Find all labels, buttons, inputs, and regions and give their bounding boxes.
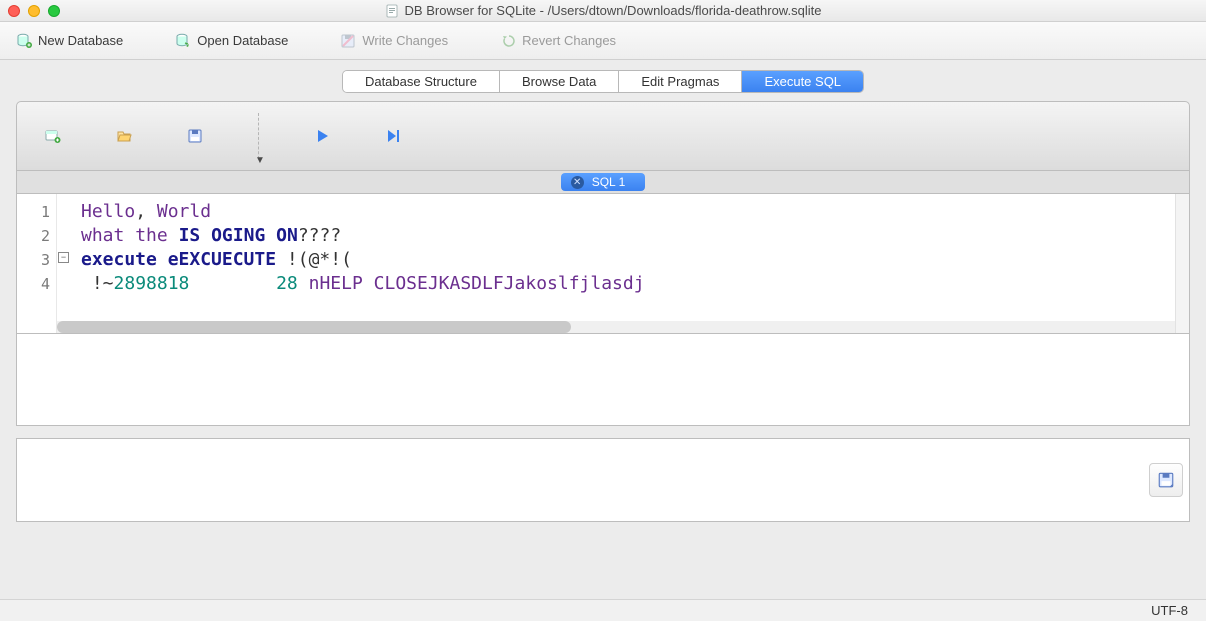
titlebar: DB Browser for SQLite - /Users/dtown/Dow…	[0, 0, 1206, 22]
code-token: ????	[298, 225, 341, 246]
code-token	[124, 225, 135, 246]
code-token: eEXCUECUTE	[168, 249, 276, 270]
code-line[interactable]: !~2898818 28 nHELP CLOSEJKASDLFJakoslfjl…	[81, 272, 1175, 296]
toolbar-separator	[258, 113, 259, 159]
run-sql-line-button[interactable]	[385, 128, 401, 144]
code-area[interactable]: Hello, Worldwhat the IS OGING ON????exec…	[75, 194, 1175, 333]
code-line[interactable]: what the IS OGING ON????	[81, 224, 1175, 248]
main-toolbar: New Database Open Database Write Changes…	[0, 22, 1206, 60]
revert-changes-icon	[500, 33, 516, 49]
line-number: 1	[17, 200, 50, 224]
code-token: nHELP	[309, 273, 363, 294]
sql-toolbar-dropdown-indicator[interactable]: ▼	[255, 155, 265, 166]
new-database-label: New Database	[38, 33, 123, 48]
tab-database-structure[interactable]: Database Structure	[343, 71, 500, 92]
code-token	[157, 249, 168, 270]
line-number: 4	[17, 272, 50, 296]
editor-horizontal-scrollbar[interactable]	[57, 321, 1175, 333]
code-token: what	[81, 225, 124, 246]
new-database-button[interactable]: New Database	[10, 29, 129, 53]
run-sql-button[interactable]	[314, 128, 330, 144]
save-results-button[interactable]	[1149, 463, 1183, 497]
workspace: ▼ ✕ SQL 1 1234 − Hello, Worldwhat the IS…	[16, 101, 1190, 591]
results-pane	[16, 334, 1190, 426]
sql-editor[interactable]: 1234 − Hello, Worldwhat the IS OGING ON?…	[16, 194, 1190, 334]
sql-toolbar: ▼	[16, 101, 1190, 171]
tab-execute-sql[interactable]: Execute SQL	[742, 71, 863, 92]
code-token: 28	[276, 273, 298, 294]
code-token: CLOSEJKASDLFJakoslfjlasdj	[374, 273, 645, 294]
encoding-indicator[interactable]: UTF-8	[1151, 603, 1188, 618]
code-token	[363, 273, 374, 294]
open-database-label: Open Database	[197, 33, 288, 48]
code-token: ,	[135, 201, 157, 222]
code-token: 2898818	[114, 273, 190, 294]
sql-tabstrip: ✕ SQL 1	[16, 171, 1190, 194]
code-token	[200, 225, 211, 246]
document-icon	[385, 4, 399, 18]
log-pane	[16, 438, 1190, 522]
minimize-window-button[interactable]	[28, 5, 40, 17]
code-token: World	[157, 201, 211, 222]
tab-edit-pragmas[interactable]: Edit Pragmas	[619, 71, 742, 92]
mode-tab-bar: Database Structure Browse Data Edit Prag…	[0, 60, 1206, 101]
pane-gap	[16, 426, 1190, 438]
code-token: !(@*!(	[276, 249, 352, 270]
code-token: OGING	[211, 225, 265, 246]
window-controls	[8, 5, 60, 17]
tab-browse-data[interactable]: Browse Data	[500, 71, 619, 92]
code-token	[298, 273, 309, 294]
editor-gutter: 1234	[17, 194, 57, 333]
open-database-icon	[175, 33, 191, 49]
sql-file-tab[interactable]: ✕ SQL 1	[561, 173, 646, 191]
code-token: IS	[179, 225, 201, 246]
sql-file-tab-label: SQL 1	[592, 175, 626, 189]
open-sql-file-button[interactable]	[116, 128, 132, 144]
mode-tab-group: Database Structure Browse Data Edit Prag…	[342, 70, 864, 93]
open-database-button[interactable]: Open Database	[169, 29, 294, 53]
code-token	[168, 225, 179, 246]
save-results-icon	[1157, 471, 1175, 489]
write-changes-button[interactable]: Write Changes	[334, 29, 454, 53]
scrollbar-thumb[interactable]	[57, 321, 571, 333]
code-token	[265, 225, 276, 246]
code-token: the	[135, 225, 168, 246]
code-token: ON	[276, 225, 298, 246]
code-token: Hello	[81, 201, 135, 222]
code-line[interactable]: Hello, World	[81, 200, 1175, 224]
write-changes-icon	[340, 33, 356, 49]
new-sql-tab-button[interactable]	[45, 128, 61, 144]
window-title-text: DB Browser for SQLite - /Users/dtown/Dow…	[405, 3, 822, 18]
save-sql-file-button[interactable]	[187, 128, 203, 144]
close-window-button[interactable]	[8, 5, 20, 17]
fold-column: −	[57, 194, 75, 333]
line-number: 2	[17, 224, 50, 248]
code-token: execute	[81, 249, 157, 270]
code-line[interactable]: execute eEXCUECUTE !(@*!(	[81, 248, 1175, 272]
revert-changes-button[interactable]: Revert Changes	[494, 29, 622, 53]
fold-toggle[interactable]: −	[58, 252, 69, 263]
new-database-icon	[16, 33, 32, 49]
write-changes-label: Write Changes	[362, 33, 448, 48]
close-sql-tab-button[interactable]: ✕	[571, 176, 584, 189]
code-token	[189, 273, 276, 294]
editor-vertical-scrollbar[interactable]	[1175, 194, 1189, 333]
maximize-window-button[interactable]	[48, 5, 60, 17]
window-title: DB Browser for SQLite - /Users/dtown/Dow…	[0, 3, 1206, 18]
code-token: !~	[81, 273, 114, 294]
line-number: 3	[17, 248, 50, 272]
revert-changes-label: Revert Changes	[522, 33, 616, 48]
statusbar: UTF-8	[0, 599, 1206, 621]
